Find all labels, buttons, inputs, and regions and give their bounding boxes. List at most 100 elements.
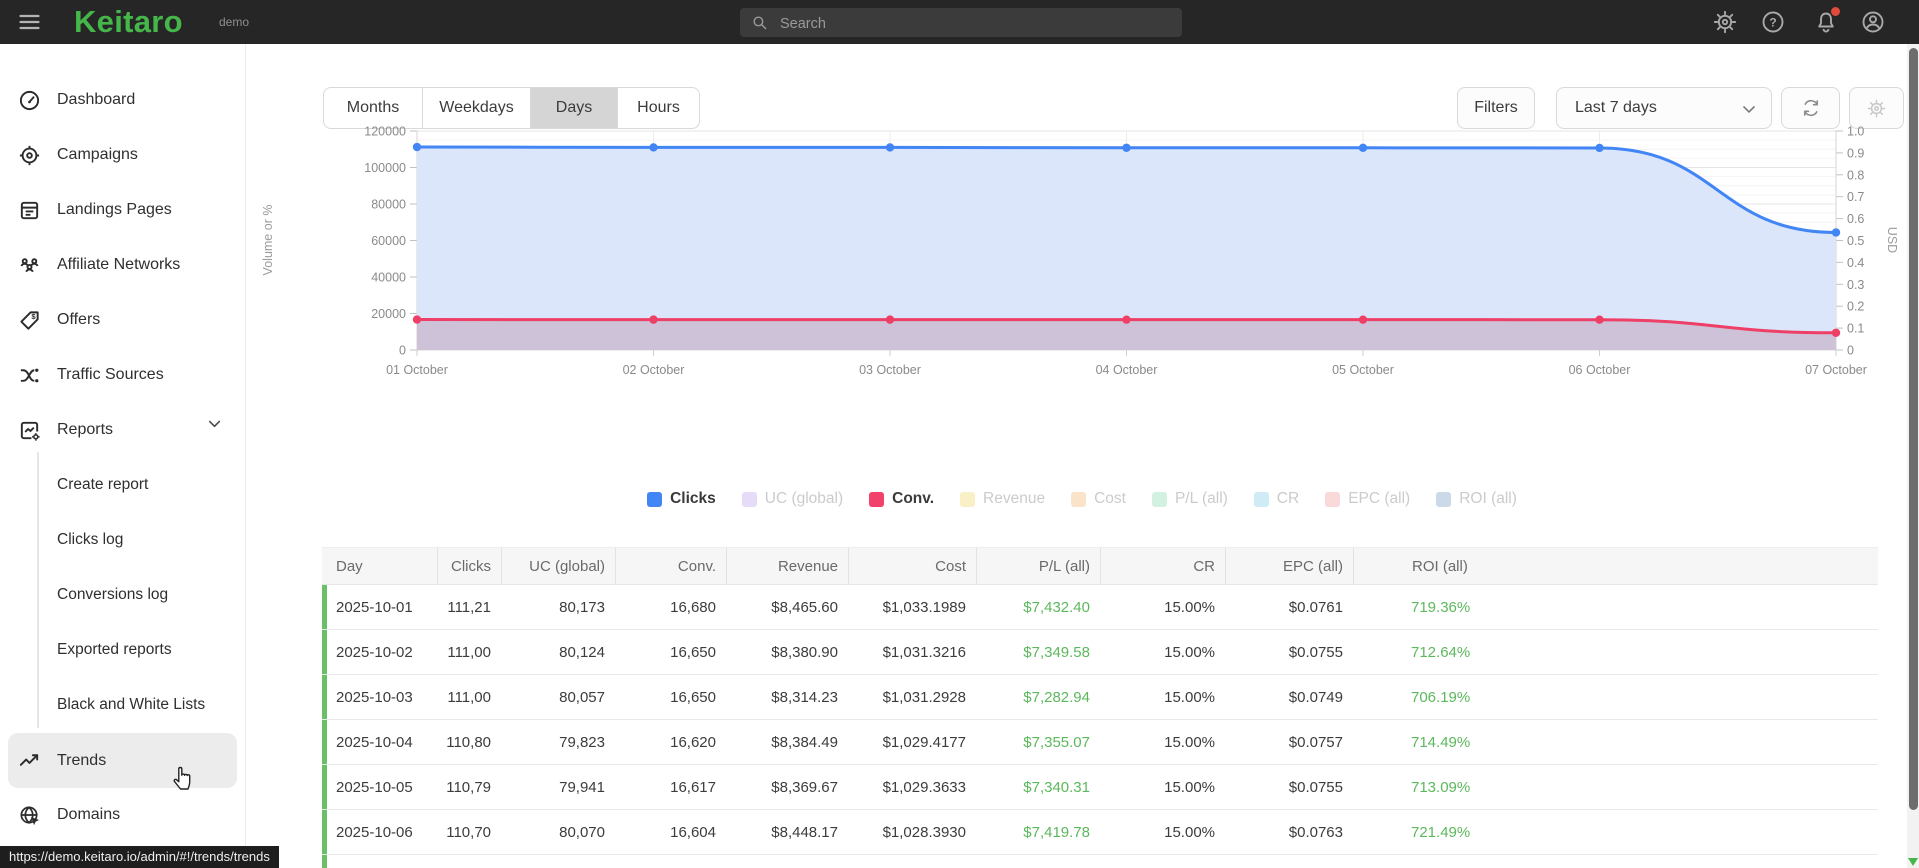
sidebar-subitem-exported-reports[interactable]: Exported reports: [0, 623, 245, 678]
sidebar-item-campaigns[interactable]: Campaigns: [0, 128, 245, 183]
sidebar-item-affiliate-networks[interactable]: Affiliate Networks: [0, 238, 245, 293]
table-cell: $1,028.3930: [882, 823, 966, 841]
table-cell: $0.0757: [1288, 733, 1343, 751]
table-cell: 44,457: [501, 855, 615, 868]
trends-chart: 0 20000 40000 60000 80000 100000 120000 0 0.1 0.2…: [245, 118, 1919, 380]
legend-item-p-l-all[interactable]: P/L (all): [1151, 490, 1228, 508]
table-cell: 64,40: [437, 855, 501, 868]
legend-item-conv[interactable]: Conv.: [869, 490, 934, 508]
table-cell: $0.0761: [1288, 598, 1343, 616]
sidebar-item-label: Domains: [57, 806, 121, 823]
sidebar-subitem-conversions-log[interactable]: Conversions log: [0, 568, 245, 623]
account-icon[interactable]: [1861, 10, 1885, 34]
sidebar-item-label: Offers: [57, 311, 101, 328]
sidebar-item-label: Landings Pages: [57, 201, 172, 218]
gear-icon: [1867, 99, 1886, 118]
legend-swatch: [1436, 491, 1452, 507]
table-cell: 80,057: [559, 688, 605, 706]
sidebar-subitem-create-report[interactable]: Create report: [0, 458, 245, 513]
svg-text:0.2: 0.2: [1847, 300, 1864, 314]
table-row: 2025-10-01 111,21 80,173 16,680 $8,465.60 $1,…: [322, 585, 1878, 630]
svg-text:0: 0: [1847, 344, 1854, 358]
column-header-p-l-all[interactable]: P/L (all): [976, 548, 1100, 584]
sidebar-item-traffic-sources[interactable]: Traffic Sources: [0, 348, 245, 403]
svg-text:04 October: 04 October: [1096, 363, 1158, 377]
table-cell: $1,033.1989: [882, 598, 966, 616]
table-cell: 79,941: [559, 778, 605, 796]
sidebar-item-landings-pages[interactable]: Landings Pages: [0, 183, 245, 238]
legend-item-roi-all[interactable]: ROI (all): [1436, 490, 1517, 508]
table-cell: $0.0755: [1288, 643, 1343, 661]
help-icon[interactable]: ?: [1761, 10, 1785, 34]
row-accent-bar: [322, 765, 327, 809]
table-cell: $8,314.23: [771, 688, 838, 706]
menu-icon[interactable]: [17, 10, 42, 34]
table-cell: 713.09%: [1411, 778, 1471, 796]
table-cell: $1,031.2928: [882, 688, 966, 706]
settings-icon[interactable]: [1713, 10, 1737, 34]
column-header-epc-all[interactable]: EPC (all): [1225, 548, 1353, 584]
table-cell: 15.00%: [1164, 643, 1215, 661]
sidebar-subitem-label: Conversions log: [57, 586, 169, 603]
table-cell: 16,650: [670, 643, 716, 661]
legend-item-revenue[interactable]: Revenue: [960, 490, 1045, 508]
table-cell: $0.0763: [1288, 823, 1343, 841]
column-header-roi-all[interactable]: ROI (all): [1353, 548, 1878, 584]
table-cell: $8,369.67: [771, 778, 838, 796]
legend-swatch: [1325, 491, 1341, 507]
page-scrollbar-track[interactable]: [1907, 44, 1919, 868]
sidebar-item-reports[interactable]: Reports: [0, 403, 245, 458]
legend-item-epc-all[interactable]: EPC (all): [1325, 490, 1410, 508]
environment-label: demo: [219, 15, 250, 29]
sidebar-subitem-label: Exported reports: [57, 641, 172, 658]
table-header-row: Day Clicks UC (global) Conv. Revenue Cost P/L …: [322, 547, 1878, 585]
svg-text:100000: 100000: [364, 161, 406, 175]
legend-item-uc-global[interactable]: UC (global): [741, 490, 844, 508]
table-cell: $7,340.31: [1023, 778, 1090, 796]
table-cell: 719.36%: [1411, 598, 1471, 616]
sidebar-item-domains[interactable]: Domains: [0, 788, 245, 843]
svg-text:20000: 20000: [371, 307, 406, 321]
legend-item-clicks[interactable]: Clicks: [647, 490, 716, 508]
column-header-cost[interactable]: Cost: [848, 548, 976, 584]
column-header-conv[interactable]: Conv.: [615, 548, 726, 584]
table-cell: $8,384.49: [771, 733, 838, 751]
column-header-cr[interactable]: CR: [1100, 548, 1225, 584]
table-cell: 2025-10-03: [336, 688, 413, 706]
table-cell: 16,604: [670, 823, 716, 841]
legend-swatch: [1071, 491, 1087, 507]
traffic-sources-icon: [18, 364, 41, 387]
column-header-uc-global[interactable]: UC (global): [501, 548, 615, 584]
table-cell: 80,124: [559, 643, 605, 661]
status-url-text: https://demo.keitaro.io/admin/#!/trends/…: [9, 849, 270, 864]
sidebar-subitem-clicks-log[interactable]: Clicks log: [0, 513, 245, 568]
table-cell: 80,070: [559, 823, 605, 841]
table-cell: 2025-10-02: [336, 643, 413, 661]
table-cell: 16,620: [670, 733, 716, 751]
top-bar: Keitaro demo ?: [0, 0, 1919, 44]
legend-label: CR: [1276, 490, 1300, 507]
column-header-day[interactable]: Day: [322, 548, 437, 584]
reports-icon: [18, 419, 41, 442]
notifications-icon[interactable]: [1814, 7, 1840, 34]
campaigns-icon: [18, 144, 41, 167]
sidebar-subitem-black-and-white-lists[interactable]: Black and White Lists: [0, 678, 245, 733]
table-cell: $7,419.78: [1023, 823, 1090, 841]
legend-item-cr[interactable]: CR: [1253, 490, 1300, 508]
legend-swatch: [869, 491, 885, 507]
table-cell: $3,466.73: [976, 855, 1100, 868]
column-header-clicks[interactable]: Clicks: [437, 548, 501, 584]
sidebar-item-dashboard[interactable]: Dashboard: [0, 73, 245, 128]
sidebar-item-label: Traffic Sources: [57, 366, 164, 383]
sidebar-item-trends[interactable]: Trends: [8, 733, 237, 788]
table-cell: 15.00%: [1164, 598, 1215, 616]
legend-label: UC (global): [764, 490, 844, 507]
brand-logo[interactable]: Keitaro: [74, 4, 183, 40]
column-header-revenue[interactable]: Revenue: [726, 548, 848, 584]
search-icon: [751, 14, 768, 31]
legend-item-cost[interactable]: Cost: [1071, 490, 1126, 508]
sidebar-item-offers[interactable]: $ Offers: [0, 293, 245, 348]
table-cell: 2025-10-05: [336, 778, 413, 796]
page-scrollbar-thumb[interactable]: [1909, 48, 1918, 810]
search-input[interactable]: [778, 8, 1172, 39]
